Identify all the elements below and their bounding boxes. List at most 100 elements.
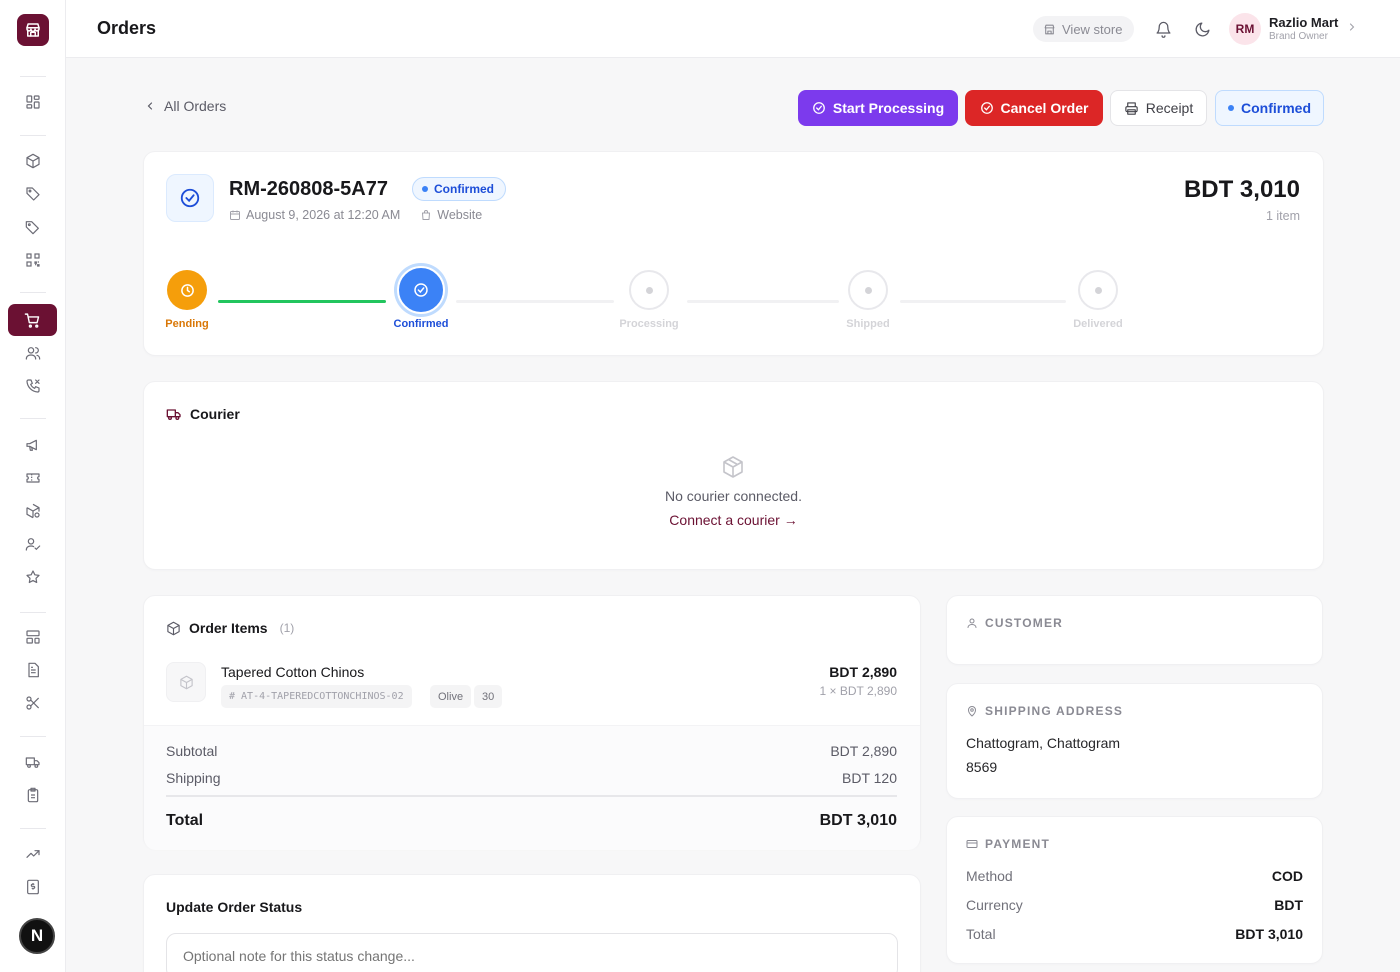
tag-icon[interactable] (23, 184, 43, 204)
phone-icon[interactable] (23, 376, 43, 396)
box-gear-icon[interactable] (23, 501, 43, 521)
scissors-icon[interactable] (23, 693, 43, 713)
product-thumbnail[interactable] (166, 662, 206, 702)
check-circle-icon (812, 102, 825, 114)
status-dropdown-label: Confirmed (1241, 100, 1311, 116)
status-dropdown-button[interactable]: Confirmed (1215, 90, 1324, 126)
map-pin-icon (968, 706, 976, 717)
pending-dot-icon (848, 270, 888, 310)
bag-icon (422, 210, 431, 220)
step-pending: Pending (127, 270, 247, 330)
no-courier-text: No courier connected. (665, 488, 802, 504)
totals-divider (166, 795, 897, 797)
step-confirmed: Confirmed (361, 266, 481, 330)
order-total: BDT 3,010 (1183, 176, 1300, 203)
trending-icon[interactable] (23, 844, 43, 864)
step-label: Processing (619, 318, 679, 330)
step-label: Delivered (1073, 318, 1123, 330)
package-icon (721, 455, 745, 484)
shipping-row: Shipping BDT 120 (166, 770, 897, 786)
payment-method-label: Method (966, 868, 1013, 884)
payment-card: PAYMENT Method COD Currency BDT Total BD… (946, 816, 1323, 964)
payment-title: PAYMENT (966, 837, 1050, 851)
cart-icon[interactable] (8, 304, 57, 336)
users-icon[interactable] (23, 343, 43, 363)
check-circle-icon (397, 266, 445, 314)
cancel-order-label: Cancel Order (1000, 100, 1089, 116)
package-icon (167, 621, 180, 635)
status-note-input[interactable] (166, 933, 898, 972)
receipt-button[interactable]: Receipt (1110, 90, 1207, 126)
avatar[interactable]: RM (1229, 13, 1261, 45)
order-summary-card: RM-260808-5A77 Confirmed August 9, 2026 … (143, 151, 1324, 356)
star-icon[interactable] (23, 567, 43, 587)
total-row: Total BDT 3,010 (166, 812, 897, 830)
view-store-label: View store (1062, 21, 1123, 37)
courier-title: Courier (166, 406, 240, 422)
update-status-card: Update Order Status (143, 874, 921, 972)
shipping-address-title: SHIPPING ADDRESS (966, 704, 1123, 718)
payment-currency-value: BDT (1274, 897, 1303, 913)
order-id: RM-260808-5A77 (229, 178, 388, 200)
order-items-count: (1) (279, 621, 295, 635)
user-check-icon[interactable] (23, 534, 43, 554)
order-item-count: 1 item (1265, 209, 1300, 223)
clipboard-icon[interactable] (23, 785, 43, 805)
shipping-address-card: SHIPPING ADDRESS Chattogram, Chattogram … (946, 683, 1323, 799)
view-store-button[interactable]: View store (1033, 16, 1135, 42)
back-label: All Orders (164, 98, 227, 114)
megaphone-icon[interactable] (23, 435, 43, 455)
credit-card-icon (966, 840, 978, 848)
receipt-label: Receipt (1145, 100, 1194, 116)
calendar-icon (230, 210, 240, 220)
tags-icon[interactable] (23, 217, 43, 237)
product-qty-line: 1 × BDT 2,890 (819, 684, 898, 698)
document-icon[interactable] (23, 660, 43, 680)
start-processing-button[interactable]: Start Processing (798, 90, 958, 126)
check-circle-icon (980, 102, 993, 114)
customer-card: CUSTOMER (946, 595, 1323, 665)
dashboard-icon[interactable] (23, 92, 43, 112)
order-status-icon (166, 174, 214, 222)
payment-total-row: Total BDT 3,010 (966, 926, 1303, 942)
update-status-title: Update Order Status (166, 899, 303, 915)
product-name[interactable]: Tapered Cotton Chinos (221, 664, 364, 680)
chevron-right-icon[interactable] (1346, 20, 1358, 38)
step-label: Confirmed (393, 318, 449, 330)
qr-icon[interactable] (23, 250, 43, 270)
package-icon[interactable] (23, 151, 43, 171)
bell-icon[interactable] (1153, 19, 1173, 39)
step-processing: Processing (589, 270, 709, 330)
pending-dot-icon (629, 270, 669, 310)
size-chip: 30 (474, 685, 503, 708)
layout-icon[interactable] (23, 627, 43, 647)
cancel-order-button[interactable]: Cancel Order (965, 90, 1103, 126)
subtotal-value: BDT 2,890 (830, 743, 897, 759)
total-value: BDT 3,010 (819, 812, 897, 829)
address-line-2: 8569 (966, 759, 998, 775)
step-label: Pending (165, 318, 209, 330)
payment-method-value: COD (1271, 868, 1303, 884)
step-label: Shipped (846, 318, 890, 330)
printer-icon (1125, 101, 1138, 115)
store-logo-icon[interactable] (17, 14, 49, 46)
sidebar: N (0, 0, 66, 972)
payment-method-row: Method COD (966, 868, 1303, 884)
shipping-value: BDT 120 (842, 770, 897, 786)
truck-icon[interactable] (23, 752, 43, 772)
truck-icon (166, 409, 181, 420)
color-chip: Olive (430, 685, 472, 708)
nextjs-badge[interactable]: N (19, 918, 55, 954)
status-dot (1228, 105, 1234, 111)
page-title: Orders (97, 18, 157, 38)
ticket-icon[interactable] (23, 468, 43, 488)
address-line-1: Chattogram, Chattogram (966, 735, 1121, 751)
back-to-orders-link[interactable]: All Orders (144, 98, 226, 114)
connect-courier-link[interactable]: Connect a courier → (144, 512, 1323, 528)
invoice-icon[interactable] (23, 877, 43, 897)
total-label: Total (166, 812, 204, 829)
subtotal-row: Subtotal BDT 2,890 (166, 743, 897, 759)
order-items-card: Order Items (1) Tapered Cotton Chinos # … (143, 595, 921, 850)
step-delivered: Delivered (1038, 270, 1158, 330)
moon-icon[interactable] (1192, 19, 1212, 39)
